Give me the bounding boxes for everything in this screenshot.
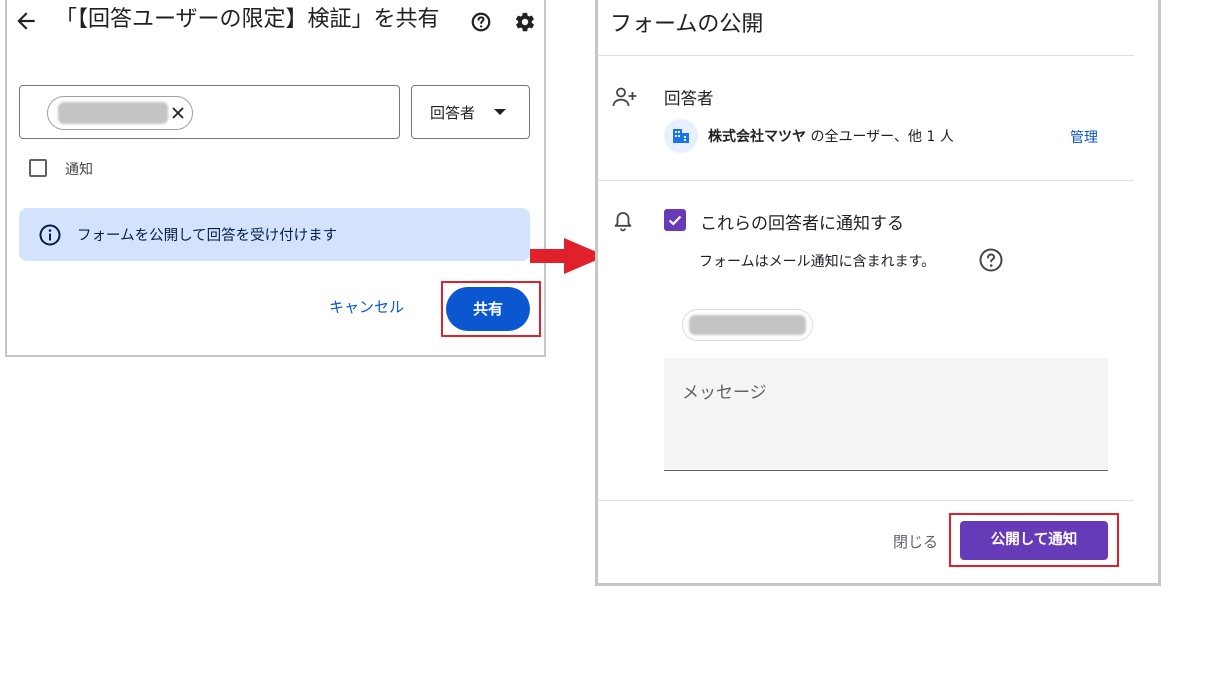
arrow-left-icon[interactable]	[13, 8, 39, 34]
help-icon[interactable]	[978, 247, 1004, 273]
role-select[interactable]: 回答者	[411, 85, 530, 139]
divider	[598, 55, 1134, 56]
help-icon[interactable]	[470, 11, 492, 33]
notify-responders-checkbox[interactable]	[664, 209, 686, 231]
gear-icon[interactable]	[514, 11, 536, 33]
info-text: フォームを公開して回答を受け付けます	[77, 228, 338, 244]
divider	[598, 500, 1134, 501]
recipient-chip[interactable]	[682, 309, 813, 341]
bell-icon	[614, 212, 632, 232]
close-icon[interactable]	[170, 105, 186, 121]
close-button[interactable]: 閉じる	[893, 531, 938, 552]
caret-down-icon	[494, 109, 506, 115]
person-add-icon	[612, 87, 637, 107]
notify-label: 通知	[65, 162, 93, 178]
divider	[598, 180, 1134, 181]
building-icon	[673, 129, 689, 143]
share-dialog-title: 「【回答ユーザーの限定】検証」を共有	[55, 7, 440, 32]
info-icon	[39, 224, 61, 246]
responders-label: 回答者	[664, 89, 714, 108]
check-icon	[668, 215, 682, 226]
publish-and-notify-button[interactable]: 公開して通知	[960, 521, 1108, 560]
share-dialog: 「【回答ユーザーの限定】検証」を共有 回答者 通知 フォームを公開して回答を受け…	[5, 0, 546, 357]
domain-suffix: の全ユーザー、他 1 人	[806, 129, 954, 145]
manage-link[interactable]: 管理	[1070, 127, 1098, 147]
message-textarea[interactable]: メッセージ	[664, 358, 1108, 471]
notify-checkbox[interactable]	[29, 159, 47, 177]
domain-avatar	[664, 119, 698, 153]
cancel-button[interactable]: キャンセル	[329, 296, 404, 317]
info-banner: フォームを公開して回答を受け付けます	[19, 208, 530, 261]
publish-dialog-title: フォームの公開	[610, 12, 764, 37]
mail-note: フォームはメール通知に含まれます。	[699, 254, 936, 270]
redacted-recipient	[58, 102, 168, 124]
role-select-label: 回答者	[430, 104, 476, 122]
domain-description: 株式会社マツヤ の全ユーザー、他 1 人	[708, 126, 954, 146]
notify-responders-label: これらの回答者に通知する	[700, 214, 904, 234]
redacted-recipient	[689, 315, 806, 335]
recipient-chip[interactable]	[47, 96, 193, 130]
recipient-input[interactable]	[19, 85, 400, 139]
share-button[interactable]: 共有	[446, 287, 530, 331]
message-placeholder: メッセージ	[682, 383, 767, 403]
publish-dialog: フォームの公開 回答者 株式会社マツヤ の全ユーザー、他 1 人 管理 これらの…	[595, 0, 1161, 586]
domain-name: 株式会社マツヤ	[708, 129, 806, 145]
